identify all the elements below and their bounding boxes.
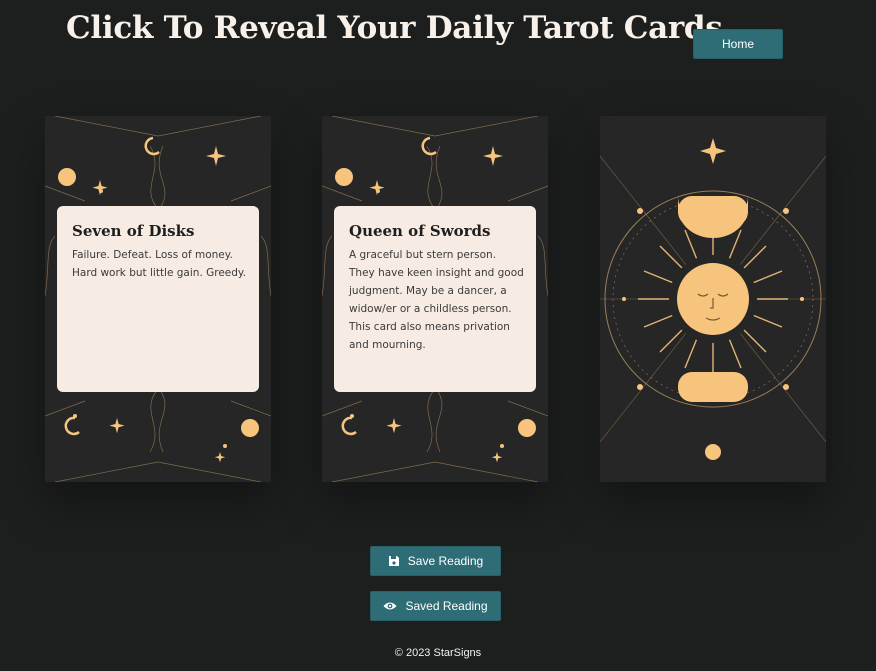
card-meaning-panel: Queen of Swords A graceful but stern per…	[334, 206, 536, 392]
footer-copyright: © 2023 StarSigns	[394, 647, 482, 659]
eye-icon	[383, 601, 397, 611]
page: Click To Reveal Your Daily Tarot Cards H…	[0, 0, 876, 671]
save-reading-label: Save Reading	[407, 554, 484, 568]
card-name: Seven of Disks	[72, 222, 195, 240]
home-button[interactable]: Home	[693, 29, 783, 59]
tarot-card-2[interactable]: Queen of Swords A graceful but stern per…	[322, 116, 548, 482]
page-title: Click To Reveal Your Daily Tarot Cards	[66, 10, 723, 46]
card-name: Queen of Swords	[349, 222, 491, 240]
saved-reading-label: Saved Reading	[405, 599, 488, 613]
saved-reading-button[interactable]: Saved Reading	[370, 591, 501, 621]
save-reading-button[interactable]: Save Reading	[370, 546, 501, 576]
card-meaning: A graceful but stern person. They have k…	[349, 249, 524, 351]
sun-moon-card-back-icon	[600, 138, 826, 460]
tarot-card-3-back[interactable]	[600, 116, 826, 482]
floppy-disk-icon	[388, 555, 400, 567]
card-meaning: Failure. Defeat. Loss of money. Hard wor…	[72, 249, 246, 279]
tarot-card-1[interactable]: Seven of Disks Failure. Defeat. Loss of …	[45, 116, 271, 482]
card-meaning-panel: Seven of Disks Failure. Defeat. Loss of …	[57, 206, 259, 392]
